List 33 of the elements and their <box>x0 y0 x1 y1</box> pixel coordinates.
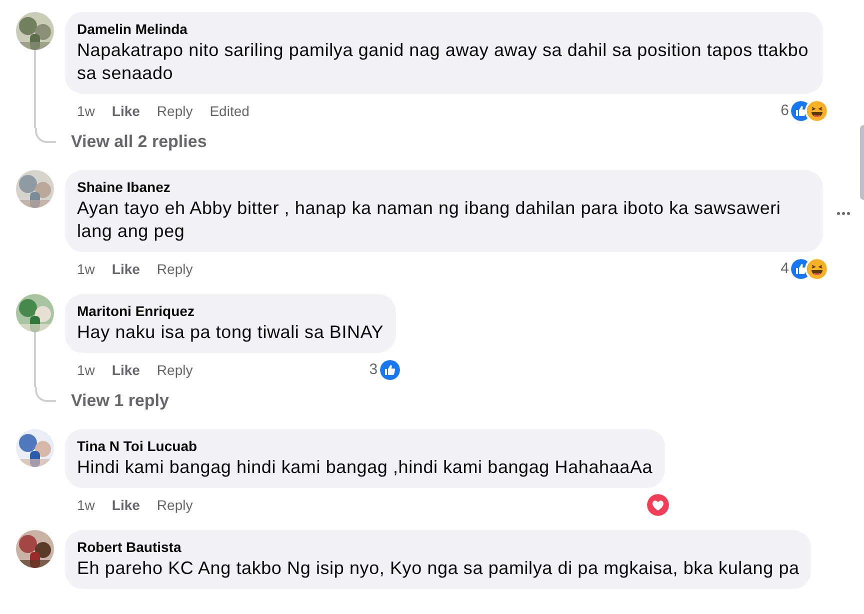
timestamp[interactable]: 1w <box>77 494 95 516</box>
timestamp[interactable]: 1w <box>77 100 95 122</box>
scrollbar-thumb[interactable] <box>860 125 864 200</box>
reaction-count[interactable]: 3 <box>369 358 378 382</box>
reply-link[interactable]: Reply <box>156 258 193 280</box>
reaction-count[interactable]: 6 <box>780 100 789 122</box>
author-name[interactable]: Robert Bautista <box>77 537 800 557</box>
timestamp[interactable]: 1w <box>77 360 95 380</box>
timestamp[interactable]: 1w <box>77 258 95 280</box>
reply-link[interactable]: Reply <box>156 360 193 380</box>
like-link[interactable]: Like <box>112 360 140 380</box>
comment-text: Ayan tayo eh Abby bitter , hanap ka naman ng ibang dahilan para iboto ka sawsaweri lang ang peg <box>77 197 782 243</box>
author-name[interactable]: Maritoni Enriquez <box>77 301 384 321</box>
reply-link[interactable]: Reply <box>156 494 193 516</box>
view-replies-link[interactable]: View 1 reply <box>71 389 169 413</box>
author-name[interactable]: Damelin Melinda <box>77 19 811 39</box>
heart-icon <box>646 494 669 516</box>
reaction-count[interactable]: 4 <box>780 258 789 280</box>
reply-link[interactable]: Reply <box>156 100 193 122</box>
like-link[interactable]: Like <box>112 100 140 122</box>
laughing-face-icon <box>807 259 827 279</box>
like-link[interactable]: Like <box>112 258 140 280</box>
edited-label: Edited <box>210 102 250 120</box>
comment-text: Hindi kami bangag hindi kami bangag ,hindi kami bangag HahahaaAa <box>77 456 653 479</box>
comment-text: Eh pareho KC Ang takbo Ng isip nyo, Kyo nga sa pamilya di pa mgkaisa, bka kulang pa <box>77 557 800 580</box>
thumbs-up-icon <box>380 360 400 380</box>
laughing-face-icon <box>807 101 827 121</box>
author-name[interactable]: Shaine Ibanez <box>77 177 811 197</box>
view-replies-link[interactable]: View all 2 replies <box>71 130 207 154</box>
like-link[interactable]: Like <box>112 494 140 516</box>
comment-text: Hay naku isa pa tong tiwali sa BINAY <box>77 321 384 344</box>
comment-text: Napakatrapo nito sariling pamilya ganid nag away away sa dahil sa position tapos ttakbo sa senaado <box>77 39 810 85</box>
author-name[interactable]: Tina N Toi Lucuab <box>77 436 653 456</box>
